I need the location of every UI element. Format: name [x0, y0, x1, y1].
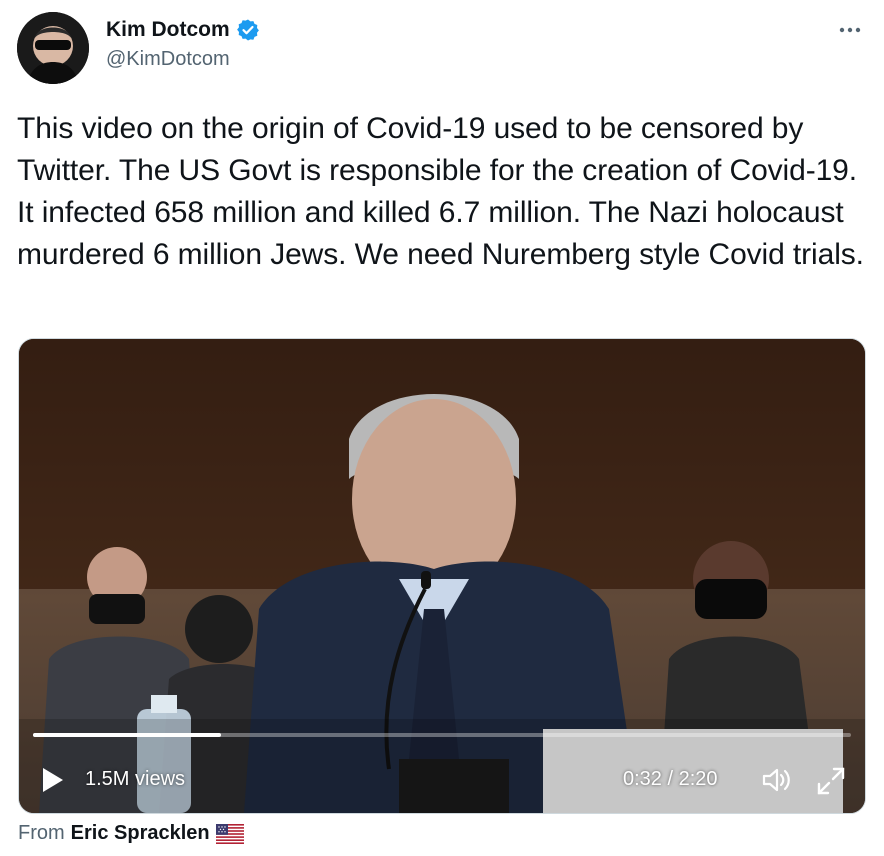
tweet-text: This video on the origin of Covid-19 use… [17, 112, 864, 271]
us-flag-icon [215, 823, 244, 844]
video-controls: 1.5M views 0:32 / 2:20 [19, 759, 865, 799]
view-count: 1.5M views [85, 768, 186, 790]
handle[interactable]: @KimDotcom [106, 48, 260, 71]
verified-badge-icon [236, 18, 260, 42]
video-progress-fill [33, 733, 222, 737]
play-icon[interactable] [41, 767, 65, 793]
fullscreen-icon[interactable] [815, 765, 847, 797]
author-names: Kim Dotcom @KimDotcom [106, 16, 260, 71]
attribution-prefix: From [18, 822, 65, 844]
attribution-name[interactable]: Eric Spracklen [71, 822, 210, 845]
video-player[interactable]: 1.5M views 0:32 / 2:20 [18, 338, 866, 814]
video-attribution: From Eric Spracklen [18, 822, 244, 845]
avatar[interactable] [17, 12, 89, 84]
more-options-icon[interactable] [836, 18, 864, 42]
tweet-card: Kim Dotcom @KimDotcom This video on the … [0, 0, 884, 856]
video-progress-bar[interactable] [33, 733, 851, 737]
display-name[interactable]: Kim Dotcom [106, 18, 230, 42]
video-timecode: 0:32 / 2:20 [623, 768, 718, 790]
volume-icon[interactable] [761, 765, 793, 795]
video-frame [19, 339, 865, 813]
